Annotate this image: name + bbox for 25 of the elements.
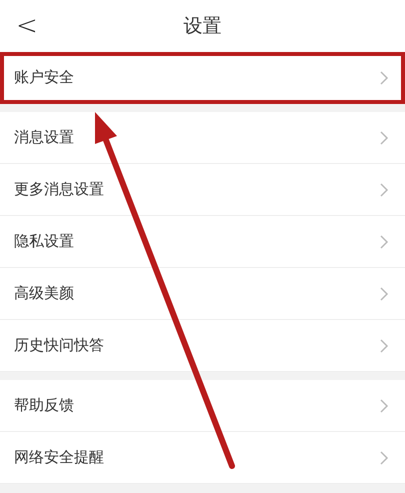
page-title: 设置 [184,14,222,39]
chevron-icon [379,286,389,302]
settings-item[interactable]: 网络安全提醒 [0,432,405,484]
item-label: 账户安全 [14,68,74,87]
settings-item[interactable]: 账户安全 [0,52,405,104]
item-label: 帮助反馈 [14,396,74,415]
chevron-icon [379,450,389,466]
settings-item[interactable]: 高级美颜 [0,268,405,320]
chevron-icon [379,398,389,414]
item-label: 网络安全提醒 [14,448,104,467]
item-label: 高级美颜 [14,284,74,303]
chevron-icon [379,130,389,146]
item-label: 消息设置 [14,128,74,147]
settings-item[interactable]: 帮助反馈 [0,380,405,432]
item-label: 更多消息设置 [14,180,104,199]
settings-item[interactable]: 历史快问快答 [0,320,405,372]
chevron-icon [379,70,389,86]
back-button[interactable]: < [16,11,38,41]
chevron-icon [379,234,389,250]
item-label: 历史快问快答 [14,336,104,355]
settings-item[interactable]: 更多消息设置 [0,164,405,216]
chevron-icon [379,338,389,354]
settings-item[interactable]: 隐私设置 [0,216,405,268]
chevron-icon [379,182,389,198]
item-label: 隐私设置 [14,232,74,251]
